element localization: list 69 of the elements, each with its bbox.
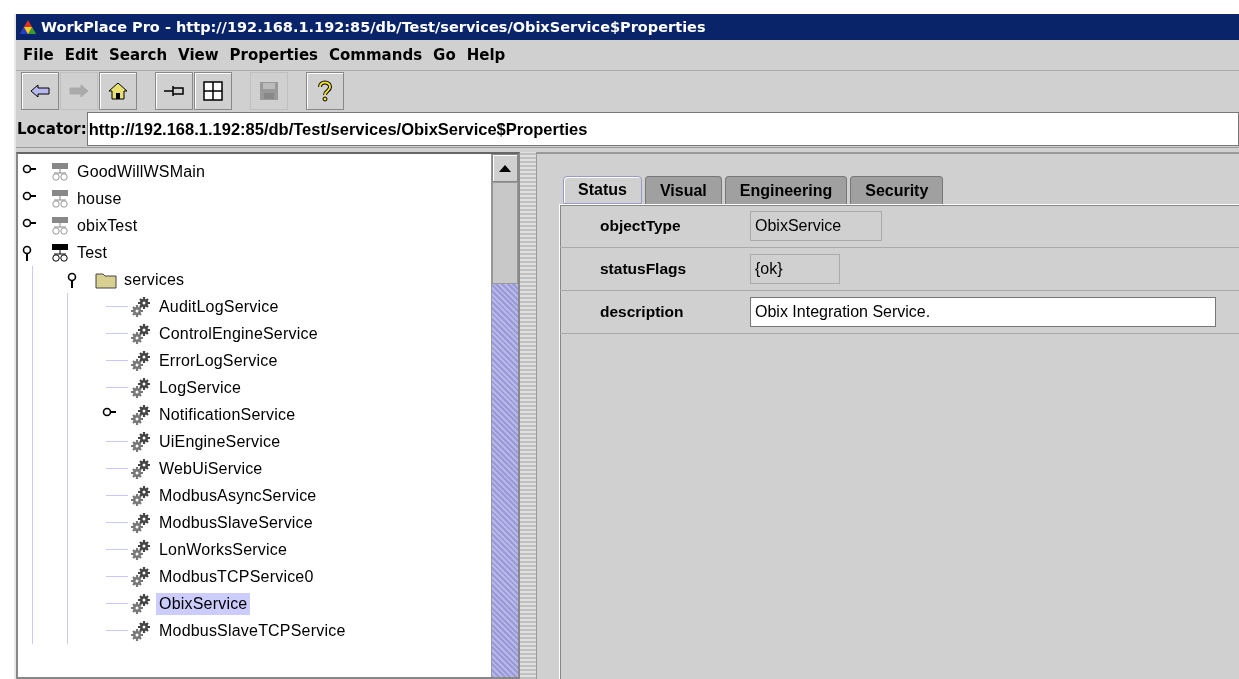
gear-icon — [130, 349, 152, 372]
property-value: {ok} — [750, 254, 840, 284]
tree-item[interactable]: AuditLogService — [156, 295, 282, 318]
gear-icon — [130, 322, 152, 345]
tree-item[interactable]: house — [74, 187, 125, 210]
home-icon — [108, 82, 128, 100]
gear-icon — [130, 619, 152, 642]
locator-label: Locator: — [16, 120, 87, 138]
gear-icon — [130, 457, 152, 480]
tree-item[interactable]: ModbusSlaveTCPService — [156, 619, 349, 642]
tree-item[interactable]: obixTest — [74, 214, 141, 237]
tree-item[interactable]: ModbusAsyncService — [156, 484, 320, 507]
property-name: description — [599, 303, 685, 321]
tree-item[interactable]: ControlEngineService — [156, 322, 321, 345]
scroll-up-button[interactable] — [492, 154, 518, 182]
gear-icon — [130, 511, 152, 534]
tree-item[interactable]: Test — [74, 241, 111, 264]
pin-icon — [163, 84, 185, 98]
property-input[interactable]: Obix Integration Service. — [750, 297, 1216, 327]
gear-icon — [130, 295, 152, 318]
menu-item[interactable]: File — [19, 46, 61, 64]
menu-item[interactable]: Properties — [225, 46, 326, 64]
tab[interactable]: Security — [850, 176, 944, 204]
gear-icon — [130, 565, 152, 588]
help-button[interactable] — [306, 72, 344, 110]
gear-icon — [130, 376, 152, 399]
folder-icon — [95, 270, 117, 289]
gear-icon — [130, 403, 152, 426]
tree-item[interactable]: LogService — [156, 376, 245, 399]
tree-item[interactable]: ModbusSlaveService — [156, 511, 316, 534]
tree-item[interactable]: WebUiService — [156, 457, 266, 480]
home-button[interactable] — [99, 72, 137, 110]
grid-icon — [203, 81, 223, 101]
menu-item[interactable]: View — [174, 46, 226, 64]
property-value: ObixService — [750, 211, 883, 241]
property-name: objectType — [599, 217, 682, 235]
tree-item[interactable]: UiEngineService — [156, 430, 284, 453]
menu-item[interactable]: Edit — [60, 46, 105, 64]
question-mark-icon — [317, 80, 333, 102]
gear-icon — [130, 484, 152, 507]
menu-item[interactable]: Help — [462, 46, 513, 64]
up-arrow-icon — [499, 164, 511, 172]
scrollbar[interactable] — [491, 154, 518, 677]
grid-button[interactable] — [194, 72, 232, 110]
tree-item[interactable]: ErrorLogService — [156, 349, 281, 372]
tab[interactable]: Engineering — [724, 176, 848, 204]
window-title: WorkPlace Pro - http://192.168.1.192:85/db/Test/services/ObixService$Properties — [41, 19, 706, 35]
tree-item[interactable]: services — [121, 268, 188, 291]
pin-button[interactable] — [155, 72, 193, 110]
tree-item[interactable]: ModbusTCPService0 — [156, 565, 317, 588]
tree-item[interactable]: GoodWillWSMain — [74, 160, 209, 183]
tab[interactable]: Visual — [644, 176, 722, 204]
gear-icon — [130, 538, 152, 561]
scroll-thumb[interactable] — [492, 182, 518, 284]
back-arrow-icon — [30, 83, 50, 99]
triangle-logo-icon — [19, 19, 37, 35]
property-name: statusFlags — [599, 260, 688, 278]
tree-item[interactable]: ObixService — [156, 592, 251, 615]
tree-item[interactable]: NotificationService — [156, 403, 299, 426]
gear-icon — [130, 430, 152, 453]
menu-item[interactable]: Commands — [325, 46, 430, 64]
tree-item[interactable]: LonWorksService — [156, 538, 291, 561]
forward-arrow-icon — [69, 83, 89, 99]
locator-field[interactable]: http://192.168.1.192:85/db/Test/services/ObixService$Properties — [86, 112, 1239, 146]
gear-icon — [130, 592, 152, 615]
back-button[interactable] — [21, 72, 59, 110]
menu-item[interactable]: Go — [429, 46, 463, 64]
menu-item[interactable]: Search — [105, 46, 175, 64]
tab[interactable]: Status — [563, 176, 642, 204]
